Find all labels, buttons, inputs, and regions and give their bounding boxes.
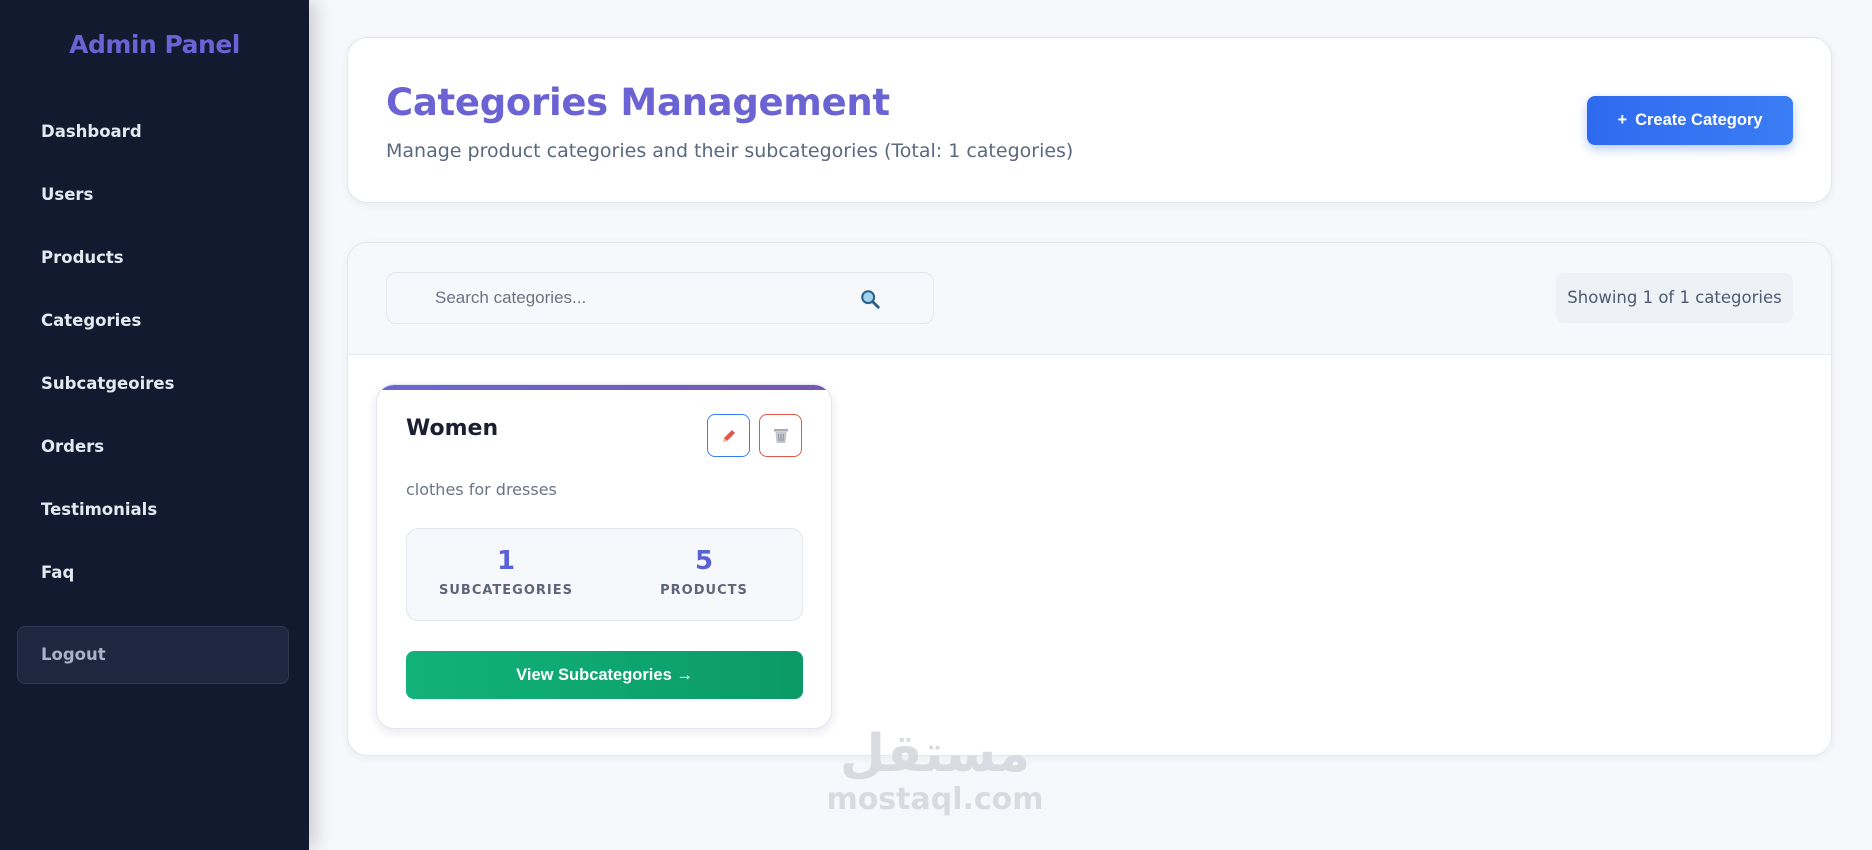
subcategories-count: 1 <box>496 546 516 576</box>
products-stat: 5 PRODUCTS <box>605 545 803 598</box>
search-icon[interactable] <box>859 288 881 310</box>
sidebar-item-products[interactable]: Products <box>0 229 309 292</box>
edit-category-button[interactable] <box>707 414 750 457</box>
brand-title: Admin Panel <box>69 30 240 59</box>
page-header: Categories Management Manage product cat… <box>347 37 1832 203</box>
categories-panel: Showing 1 of 1 categories Women clothes … <box>347 242 1832 756</box>
subcategories-label: SUBCATEGORIES <box>439 583 573 598</box>
sidebar-item-categories[interactable]: Categories <box>0 292 309 355</box>
sidebar-item-users[interactable]: Users <box>0 166 309 229</box>
sidebar-item-dashboard[interactable]: Dashboard <box>0 103 309 166</box>
showing-count: Showing 1 of 1 categories <box>1556 273 1793 323</box>
delete-category-button[interactable] <box>759 414 802 457</box>
search-input[interactable] <box>435 273 815 323</box>
create-category-label: Create Category <box>1635 111 1763 129</box>
plus-icon: + <box>1617 111 1628 129</box>
pencil-icon <box>722 429 735 442</box>
trash-icon <box>773 428 788 443</box>
products-count: 5 <box>694 546 714 576</box>
sidebar-item-orders[interactable]: Orders <box>0 418 309 481</box>
create-category-button[interactable]: + Create Category <box>1587 96 1793 145</box>
products-label: PRODUCTS <box>660 583 748 598</box>
sidebar-item-subcategories[interactable]: Subcatgeoires <box>0 355 309 418</box>
sidebar-item-faq[interactable]: Faq <box>0 544 309 607</box>
category-name: Women <box>406 416 499 441</box>
page-subtitle: Manage product categories and their subc… <box>386 140 1074 162</box>
sidebar-nav: Dashboard Users Products Categories Subc… <box>0 103 309 607</box>
watermark-latin: mostaql.com <box>826 782 1044 817</box>
page-title: Categories Management <box>386 81 890 124</box>
category-stats: 1 SUBCATEGORIES 5 PRODUCTS <box>406 528 803 621</box>
sidebar: Admin Panel Dashboard Users Products Cat… <box>0 0 309 850</box>
categories-toolbar: Showing 1 of 1 categories <box>348 243 1831 355</box>
category-card: Women clothes for dresses 1 SUBCATEGORIE… <box>376 384 832 729</box>
card-accent-bar <box>377 385 831 390</box>
subcategories-stat: 1 SUBCATEGORIES <box>407 545 605 598</box>
logout-button[interactable]: Logout <box>17 626 289 684</box>
watermark-arabic: مستقل <box>839 724 1031 784</box>
watermark-logo: مستقل mostaql.com <box>825 725 1045 817</box>
category-description: clothes for dresses <box>406 480 557 499</box>
sidebar-item-testimonials[interactable]: Testimonials <box>0 481 309 544</box>
search-box <box>386 272 934 324</box>
view-subcategories-button[interactable]: View Subcategories → <box>406 651 803 699</box>
